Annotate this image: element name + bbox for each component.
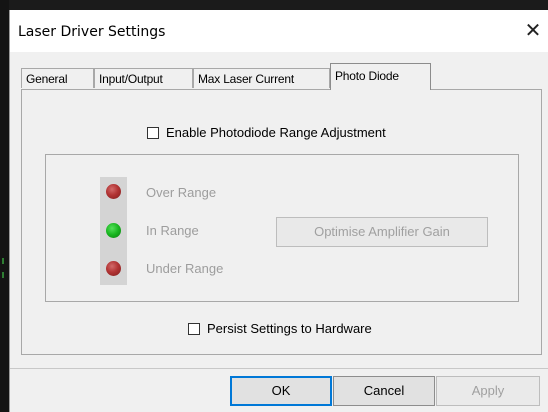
led-strip bbox=[100, 177, 127, 285]
in-range-led-icon bbox=[106, 223, 121, 238]
under-range-led-icon bbox=[106, 261, 121, 276]
over-range-led-icon bbox=[106, 184, 121, 199]
tab-max-laser-current[interactable]: Max Laser Current bbox=[193, 68, 330, 88]
apply-button[interactable]: Apply bbox=[436, 376, 540, 406]
ok-button[interactable]: OK bbox=[230, 376, 332, 406]
enable-range-adjustment-checkbox[interactable] bbox=[147, 126, 159, 139]
under-range-label: Under Range bbox=[146, 261, 224, 276]
range-indicator-group: Over Range In Range Under Range Optimise… bbox=[45, 154, 519, 302]
background-window-left bbox=[0, 0, 9, 412]
dialog-title: Laser Driver Settings bbox=[18, 24, 166, 40]
in-range-label: In Range bbox=[146, 223, 199, 238]
close-icon[interactable]: ✕ bbox=[518, 16, 548, 46]
tab-photo-diode[interactable]: Photo Diode bbox=[330, 63, 431, 90]
photo-diode-pane: Enable Photodiode Range Adjustment Over … bbox=[21, 89, 542, 355]
enable-range-adjustment-row[interactable]: Enable Photodiode Range Adjustment bbox=[147, 125, 386, 140]
persist-settings-row[interactable]: Persist Settings to Hardware bbox=[188, 321, 372, 336]
enable-range-adjustment-label: Enable Photodiode Range Adjustment bbox=[166, 125, 386, 140]
tab-input-output[interactable]: Input/Output bbox=[94, 68, 193, 88]
background-dot bbox=[2, 272, 4, 278]
optimise-amplifier-gain-button[interactable]: Optimise Amplifier Gain bbox=[276, 217, 488, 247]
persist-settings-checkbox[interactable] bbox=[188, 322, 200, 335]
cancel-button[interactable]: Cancel bbox=[333, 376, 435, 406]
background-window-top bbox=[0, 0, 548, 10]
persist-settings-label: Persist Settings to Hardware bbox=[207, 321, 372, 336]
background-dot bbox=[2, 258, 4, 264]
over-range-label: Over Range bbox=[146, 185, 217, 200]
footer-divider bbox=[10, 368, 548, 369]
laser-driver-settings-dialog: Laser Driver Settings ✕ General Input/Ou… bbox=[9, 10, 548, 412]
title-bar: Laser Driver Settings ✕ bbox=[10, 10, 548, 52]
tab-general[interactable]: General bbox=[21, 68, 94, 88]
